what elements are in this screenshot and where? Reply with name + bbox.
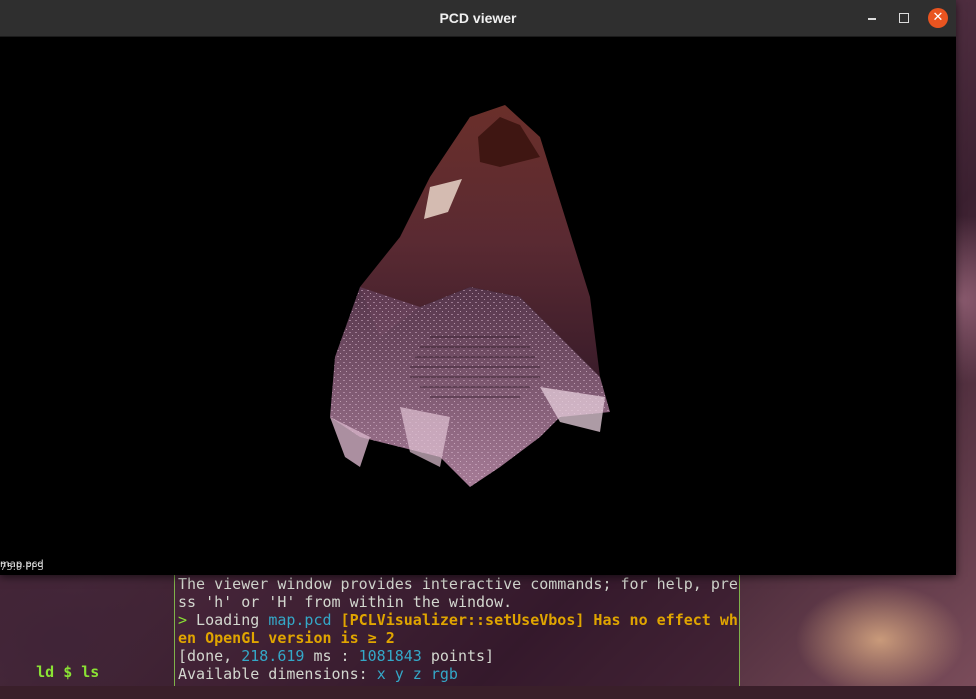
point-cloud-viewport[interactable]: 75.9 FPS map.pcd: [0, 37, 956, 575]
maximize-icon: [899, 13, 909, 23]
close-icon: ✕: [932, 10, 944, 25]
overlay-filename: map.pcd: [0, 559, 44, 570]
close-button[interactable]: ✕: [928, 8, 948, 28]
window-title: PCD viewer: [439, 10, 517, 26]
terminal-output[interactable]: The viewer window provides interactive c…: [174, 575, 740, 686]
point-cloud-render: [330, 105, 610, 487]
terminal-done-line: [done, 218.619 ms : 1081843 points]: [178, 647, 495, 665]
terminal-line: ss 'h' or 'H' from within the window.: [178, 593, 513, 611]
window-titlebar[interactable]: PCD viewer ✕: [0, 0, 956, 37]
terminal-dims-line: Available dimensions: x y z rgb: [178, 665, 458, 683]
minimize-icon: [868, 18, 876, 20]
terminal-prompt-line: ld $ ls: [36, 663, 100, 681]
terminal-warning-line: en OpenGL version is ≥ 2: [178, 629, 395, 647]
pcd-viewer-window[interactable]: PCD viewer ✕ 75.9 FPS map.pcd: [0, 0, 956, 575]
terminal-line: The viewer window provides interactive c…: [178, 575, 738, 593]
terminal-loading-line: > Loading map.pcd [PCLVisualizer::setUse…: [178, 611, 738, 629]
minimize-button[interactable]: [862, 8, 882, 28]
background-terminal[interactable]: ld $ ls: [0, 575, 174, 686]
maximize-button[interactable]: [894, 8, 914, 28]
